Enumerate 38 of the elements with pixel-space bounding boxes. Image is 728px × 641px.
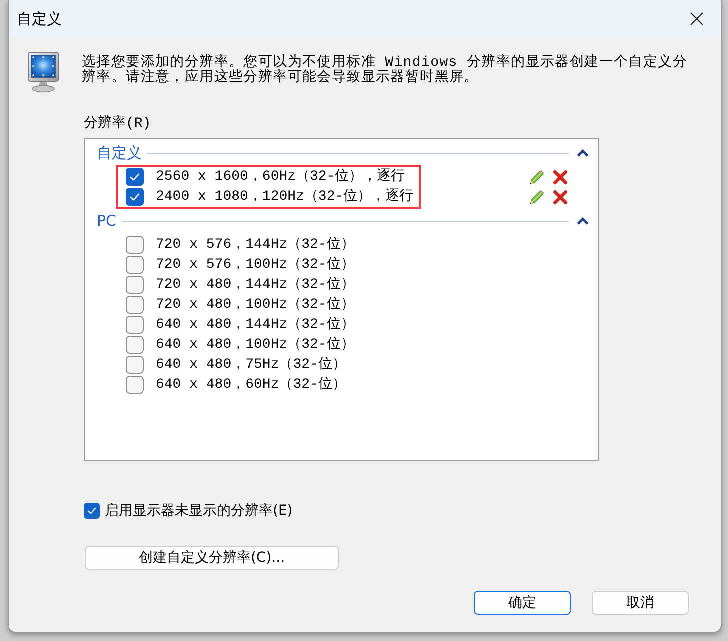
pencil-icon[interactable] bbox=[529, 190, 544, 204]
chevron-up-icon[interactable] bbox=[577, 217, 589, 225]
checkbox-label: 启用显示器未显示的分辨率(E) bbox=[105, 502, 293, 520]
monitor-icon bbox=[28, 52, 59, 93]
checkbox[interactable] bbox=[84, 503, 100, 519]
description-text: 选择您要添加的分辨率。您可以为不使用标准 Windiows 分辨率的显示器创建一个自定义分辨率。请注意，应用这些分辨率可能会导致显示器暂时黑屏。 bbox=[82, 56, 689, 86]
resolution-label: 640 x 480，75Hz（32-位） bbox=[156, 356, 346, 375]
group-title: 自定义 bbox=[97, 143, 142, 163]
window-title: 自定义 bbox=[17, 9, 62, 29]
close-icon[interactable] bbox=[690, 12, 704, 26]
resolution-label: 720 x 576，100Hz（32-位） bbox=[156, 256, 355, 275]
checkbox[interactable] bbox=[126, 376, 144, 394]
chevron-up-icon[interactable] bbox=[577, 149, 589, 157]
checkbox[interactable] bbox=[126, 296, 144, 314]
dialog-button[interactable]: 确定 bbox=[474, 591, 571, 615]
delete-icon[interactable] bbox=[553, 170, 568, 184]
checkbox[interactable] bbox=[126, 316, 144, 334]
checkbox[interactable] bbox=[126, 356, 144, 374]
checkbox[interactable] bbox=[126, 336, 144, 354]
resolution-label: 2560 x 1600，60Hz（32-位），逐行 bbox=[156, 168, 406, 187]
resolution-label: 640 x 480，60Hz（32-位） bbox=[156, 376, 346, 395]
resolution-label: 2400 x 1080，120Hz（32-位），逐行 bbox=[156, 188, 414, 207]
checkbox[interactable] bbox=[126, 188, 144, 206]
checkbox[interactable] bbox=[126, 276, 144, 294]
checkbox[interactable] bbox=[126, 168, 144, 186]
resolution-label: 720 x 576，144Hz（32-位） bbox=[156, 236, 355, 255]
group-title: PC bbox=[97, 211, 117, 231]
checkbox[interactable] bbox=[126, 236, 144, 254]
resolution-label: 640 x 480，144Hz（32-位） bbox=[156, 316, 355, 335]
list-label: 分辨率(R) bbox=[84, 116, 152, 132]
create-resolution-button[interactable]: 创建自定义分辨率(C)... bbox=[85, 546, 339, 570]
checkbox[interactable] bbox=[126, 256, 144, 274]
dialog-button[interactable]: 取消 bbox=[592, 591, 689, 615]
resolution-label: 720 x 480，144Hz（32-位） bbox=[156, 276, 355, 295]
resolution-label: 640 x 480，100Hz（32-位） bbox=[156, 336, 355, 355]
delete-icon[interactable] bbox=[553, 190, 568, 204]
resolution-label: 720 x 480，100Hz（32-位） bbox=[156, 296, 355, 315]
pencil-icon[interactable] bbox=[529, 170, 544, 184]
